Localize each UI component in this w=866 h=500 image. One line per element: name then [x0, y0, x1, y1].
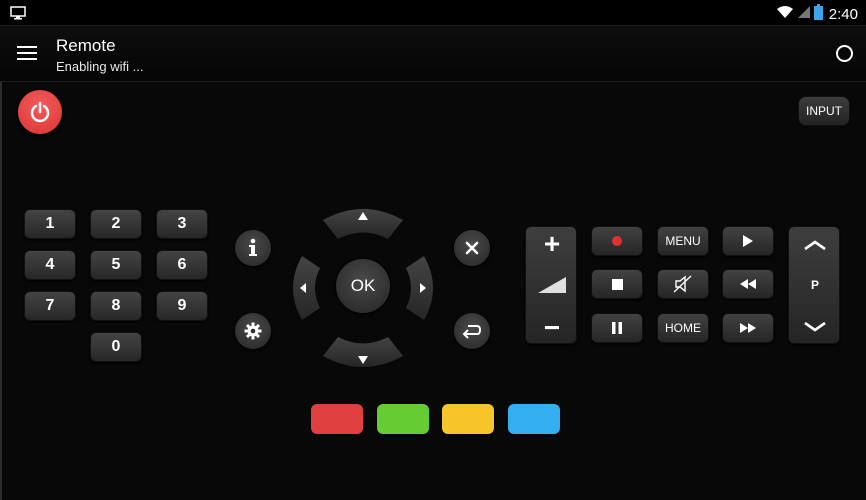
play-button[interactable]: [722, 226, 774, 256]
num-key-1[interactable]: 1: [24, 209, 76, 239]
stop-icon: [611, 278, 623, 290]
back-button[interactable]: [454, 313, 490, 349]
volume-up-button[interactable]: +: [526, 228, 578, 259]
close-icon: [465, 241, 479, 255]
fast-forward-button[interactable]: [722, 313, 774, 343]
num-key-9[interactable]: 9: [156, 291, 208, 321]
num-key-5[interactable]: 5: [90, 250, 142, 280]
dpad: OK: [290, 204, 436, 372]
mute-button[interactable]: [657, 269, 709, 299]
signal-icon: [797, 5, 810, 24]
yellow-button[interactable]: [442, 404, 494, 434]
clock: 2:40: [828, 6, 858, 23]
settings-button[interactable]: [235, 313, 271, 349]
num-key-3[interactable]: 3: [156, 209, 208, 239]
ok-button[interactable]: OK: [336, 259, 390, 313]
dpad-left-button[interactable]: [293, 256, 320, 320]
record-button[interactable]: [591, 226, 643, 256]
green-button[interactable]: [377, 404, 429, 434]
rewind-button[interactable]: [722, 269, 774, 299]
wifi-icon: [776, 5, 794, 24]
num-key-7[interactable]: 7: [24, 291, 76, 321]
power-button[interactable]: [18, 90, 62, 134]
channel-label: P: [810, 278, 819, 292]
input-button[interactable]: INPUT: [798, 96, 850, 126]
menu-icon[interactable]: [17, 46, 37, 60]
remote-panel: INPUT 1 2 3 4 5 6 7 8 9 0 OK + − MENU HO…: [0, 82, 866, 500]
volume-down-button[interactable]: −: [526, 312, 578, 343]
red-button[interactable]: [311, 404, 363, 434]
volume-level-icon: [538, 277, 566, 298]
home-button[interactable]: HOME: [657, 313, 709, 343]
gear-icon: [244, 322, 262, 340]
channel-rocker: P: [788, 226, 840, 344]
play-icon: [743, 235, 753, 247]
num-key-6[interactable]: 6: [156, 250, 208, 280]
channel-down-button[interactable]: [789, 313, 841, 341]
num-key-4[interactable]: 4: [24, 250, 76, 280]
pause-icon: [612, 322, 622, 334]
monitor-icon: [10, 6, 26, 25]
num-key-8[interactable]: 8: [90, 291, 142, 321]
status-bar: 2:40: [0, 0, 866, 26]
fast-forward-icon: [740, 323, 756, 333]
app-subtitle: Enabling wifi ...: [56, 59, 144, 74]
menu-button[interactable]: MENU: [657, 226, 709, 256]
blue-button[interactable]: [508, 404, 560, 434]
loading-spinner-icon: [836, 45, 853, 62]
chevron-up-icon: [804, 240, 826, 251]
dpad-right-button[interactable]: [406, 256, 433, 320]
battery-icon: [813, 4, 823, 25]
num-key-2[interactable]: 2: [90, 209, 142, 239]
volume-rocker: + −: [525, 226, 577, 344]
channel-up-button[interactable]: [789, 231, 841, 259]
exit-button[interactable]: [454, 230, 490, 266]
stop-button[interactable]: [591, 269, 643, 299]
info-icon: [249, 238, 257, 256]
rewind-icon: [740, 279, 756, 289]
back-icon: [462, 325, 482, 339]
num-key-0[interactable]: 0: [90, 332, 142, 362]
app-title: Remote: [56, 36, 116, 55]
power-icon: [30, 101, 50, 123]
pause-button[interactable]: [591, 313, 643, 343]
app-bar: Remote Enabling wifi ...: [0, 26, 866, 82]
chevron-down-icon: [804, 321, 826, 332]
info-button[interactable]: [235, 230, 271, 266]
record-icon: [612, 236, 622, 246]
mute-icon: [673, 275, 692, 293]
